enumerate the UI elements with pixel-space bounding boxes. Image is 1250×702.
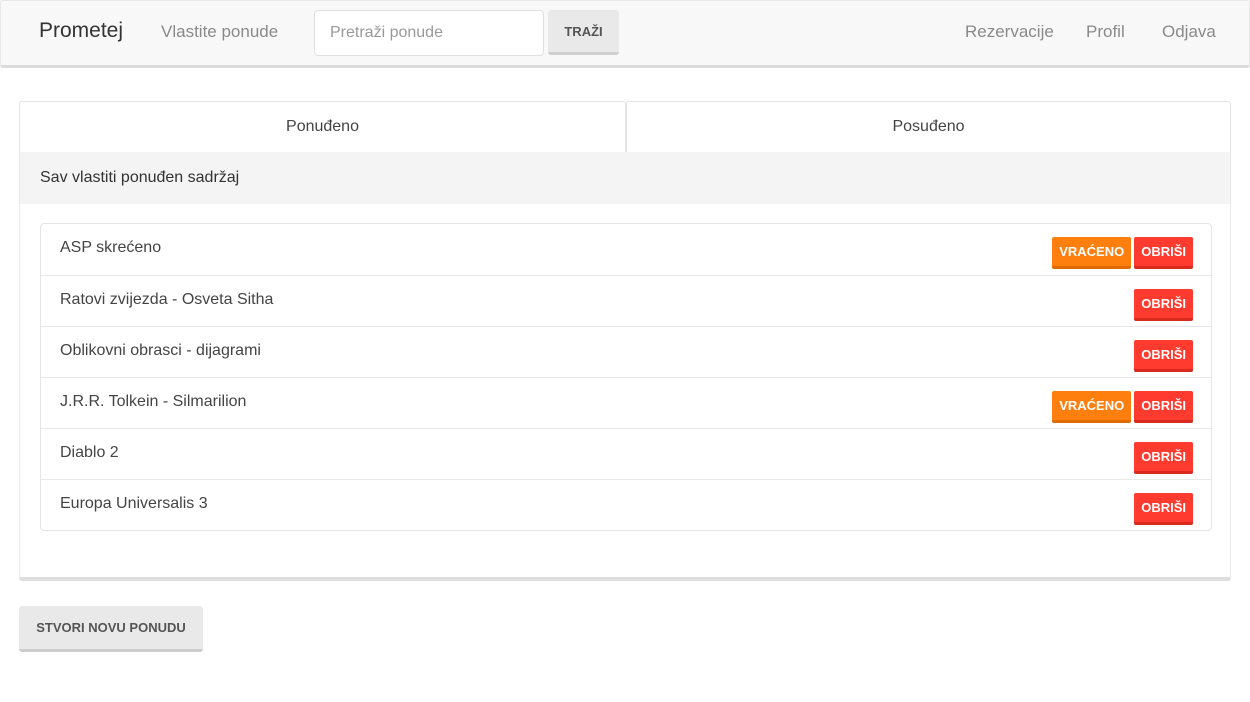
nav-logout[interactable]: Odjava xyxy=(1162,22,1216,42)
list-item: Oblikovni obrasci - dijagrami OBRIŠI xyxy=(41,326,1211,377)
item-actions: OBRIŠI xyxy=(1134,442,1193,474)
delete-button[interactable]: OBRIŠI xyxy=(1134,237,1193,269)
item-title: J.R.R. Tolkein - Silmarilion xyxy=(60,393,247,410)
list-item: J.R.R. Tolkein - Silmarilion VRAĆENO OBRIŠ… xyxy=(41,377,1211,428)
item-actions: OBRIŠI xyxy=(1134,340,1193,372)
item-actions: OBRIŠI xyxy=(1134,289,1193,321)
returned-button[interactable]: VRAĆENO xyxy=(1052,237,1132,269)
nav-own-offers[interactable]: Vlastite ponude xyxy=(161,22,278,42)
offers-panel: Sav vlastiti ponuđen sadržaj ASP skrećen… xyxy=(19,152,1231,581)
search-button[interactable]: TRAŽI xyxy=(548,10,619,55)
panel-heading: Sav vlastiti ponuđen sadržaj xyxy=(20,152,1230,204)
nav-profile[interactable]: Profil xyxy=(1086,22,1125,42)
tab-borrowed[interactable]: Posuđeno xyxy=(626,101,1231,153)
item-title: Ratovi zvijezda - Osveta Sitha xyxy=(60,291,274,308)
item-actions: OBRIŠI xyxy=(1134,493,1193,525)
delete-button[interactable]: OBRIŠI xyxy=(1134,289,1193,321)
delete-button[interactable]: OBRIŠI xyxy=(1134,442,1193,474)
tab-bar: Ponuđeno Posuđeno xyxy=(19,101,1231,153)
item-actions: VRAĆENO OBRIŠI xyxy=(1052,237,1193,269)
returned-button[interactable]: VRAĆENO xyxy=(1052,391,1132,423)
delete-button[interactable]: OBRIŠI xyxy=(1134,493,1193,525)
brand-logo[interactable]: Prometej xyxy=(39,19,123,43)
item-title: ASP skrećeno xyxy=(60,239,162,256)
offer-list: ASP skrećeno VRAĆENO OBRIŠI Ratovi zvijezda… xyxy=(40,223,1212,531)
delete-button[interactable]: OBRIŠI xyxy=(1134,340,1193,372)
item-title: Diablo 2 xyxy=(60,444,119,461)
tab-offered[interactable]: Ponuđeno xyxy=(19,101,626,153)
list-item: ASP skrećeno VRAĆENO OBRIŠI xyxy=(41,224,1211,275)
list-item: Europa Universalis 3 OBRIŠI xyxy=(41,479,1211,530)
item-title: Oblikovni obrasci - dijagrami xyxy=(60,342,261,359)
create-offer-button[interactable]: STVORI NOVU PONUDU xyxy=(19,606,203,652)
search-input[interactable] xyxy=(314,10,544,56)
list-item: Diablo 2 OBRIŠI xyxy=(41,428,1211,479)
item-title: Europa Universalis 3 xyxy=(60,495,208,512)
list-item: Ratovi zvijezda - Osveta Sitha OBRIŠI xyxy=(41,275,1211,326)
delete-button[interactable]: OBRIŠI xyxy=(1134,391,1193,423)
nav-reservations[interactable]: Rezervacije xyxy=(965,22,1054,42)
navbar: Prometej Vlastite ponude TRAŽI Rezervaci… xyxy=(0,0,1250,68)
item-actions: VRAĆENO OBRIŠI xyxy=(1052,391,1193,423)
